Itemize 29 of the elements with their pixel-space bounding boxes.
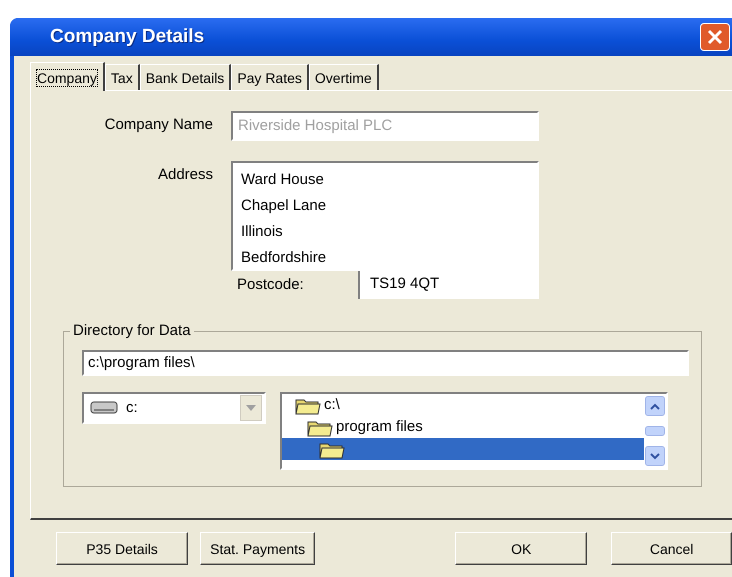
- tab[interactable]: Pay Rates: [231, 64, 309, 90]
- scroll-thumb[interactable]: [645, 426, 665, 436]
- tab[interactable]: Tax: [104, 64, 140, 90]
- folder-list[interactable]: c:\ program files: [280, 392, 668, 470]
- dialog-button[interactable]: P35 Details: [56, 532, 188, 565]
- folder-item[interactable]: program files: [282, 416, 644, 438]
- path-field[interactable]: c:\program files\: [82, 350, 689, 376]
- tab[interactable]: Bank Details: [140, 64, 232, 90]
- scroll-up-icon[interactable]: [645, 396, 665, 416]
- close-icon: [705, 27, 725, 47]
- close-button[interactable]: [700, 23, 730, 51]
- folder-item[interactable]: [282, 438, 644, 460]
- tab[interactable]: Overtime: [308, 64, 379, 90]
- scrollbar[interactable]: [644, 394, 666, 468]
- dialog-button[interactable]: OK: [455, 532, 588, 565]
- drive-icon: [90, 400, 120, 416]
- field-label: Address: [156, 165, 214, 185]
- dialog-button[interactable]: Cancel: [611, 532, 732, 565]
- address-field[interactable]: Ward House Chapel Lane Illinois Bedfordshire: [231, 161, 539, 271]
- window-title: Company Details: [50, 24, 204, 49]
- scroll-down-icon[interactable]: [645, 446, 665, 466]
- postcode-label: Postcode:: [236, 275, 305, 295]
- drive-dropdown[interactable]: c:: [82, 392, 266, 424]
- field-label: Company Name: [104, 115, 214, 135]
- postcode-field[interactable]: TS19 4QT: [358, 271, 539, 299]
- dialog-button[interactable]: Stat. Payments: [200, 532, 316, 565]
- group-label: Directory for Data: [70, 321, 194, 341]
- tab[interactable]: Company: [30, 62, 105, 91]
- folder-item[interactable]: c:\: [282, 394, 644, 416]
